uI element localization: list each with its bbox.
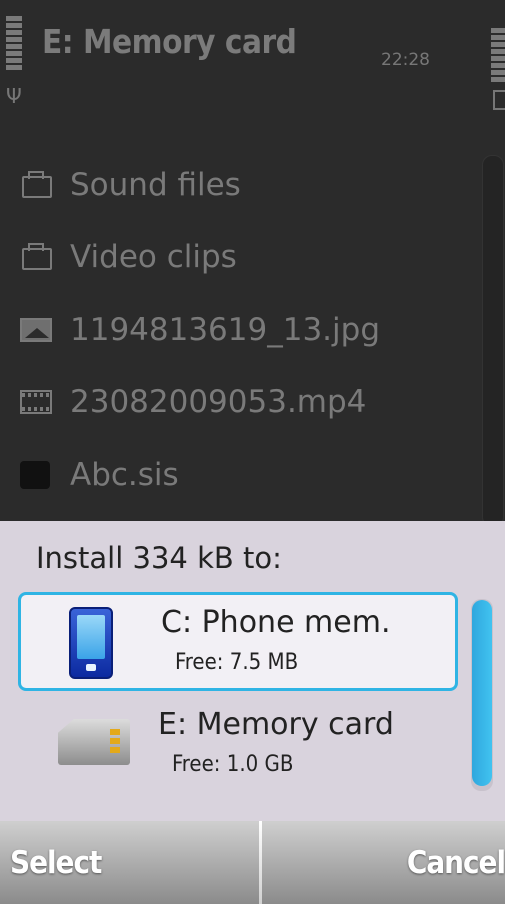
list-scrollbar[interactable]	[482, 155, 504, 527]
sis-icon	[20, 460, 56, 490]
signal-strength-icon	[6, 14, 24, 80]
folder-icon	[20, 242, 56, 272]
list-item-label: Sound files	[70, 167, 241, 203]
install-dialog: Install 334 kB to: C: Phone mem. Free: 7…	[0, 521, 505, 821]
video-icon	[20, 387, 56, 417]
select-softkey[interactable]: Select	[10, 821, 102, 904]
dialog-scrollbar-thumb[interactable]	[472, 600, 492, 786]
option-name: E: Memory card	[158, 707, 394, 742]
option-free-space: Free: 1.0 GB	[172, 752, 294, 777]
option-name: C: Phone mem.	[161, 605, 391, 640]
option-phone-memory[interactable]: C: Phone mem. Free: 7.5 MB	[18, 592, 458, 691]
softkey-bar: Select Cancel	[0, 821, 505, 904]
dialog-title: Install 334 kB to:	[36, 541, 282, 575]
softkey-divider	[259, 821, 262, 904]
page-title: E: Memory card	[42, 22, 297, 61]
option-memory-card[interactable]: E: Memory card Free: 1.0 GB	[18, 697, 458, 796]
list-item[interactable]: 1194813619_13.jpg	[20, 300, 380, 360]
list-item[interactable]: 23082009053.mp4	[20, 372, 366, 432]
list-item-label: Video clips	[70, 239, 237, 275]
list-item-label: 23082009053.mp4	[70, 384, 367, 420]
antenna-icon: Ψ	[6, 84, 22, 108]
battery-level-icon	[491, 26, 505, 88]
list-item-label: 1194813619_13.jpg	[70, 312, 380, 348]
screen: Ψ E: Memory card 22:28 Sound files Video…	[0, 0, 505, 904]
option-free-space: Free: 7.5 MB	[175, 650, 299, 675]
list-item[interactable]: Abc.sis	[20, 445, 179, 505]
list-item[interactable]: Sound files	[20, 155, 241, 215]
clock: 22:28	[381, 50, 430, 70]
list-item[interactable]: Video clips	[20, 227, 237, 287]
status-bar: Ψ E: Memory card 22:28	[0, 0, 505, 120]
image-icon	[20, 315, 56, 345]
folder-icon	[20, 170, 56, 200]
list-item-label: Abc.sis	[70, 457, 179, 493]
cancel-softkey[interactable]: Cancel	[407, 821, 505, 904]
phone-icon	[69, 607, 113, 679]
battery-icon	[493, 90, 505, 110]
memory-card-icon	[58, 719, 130, 765]
